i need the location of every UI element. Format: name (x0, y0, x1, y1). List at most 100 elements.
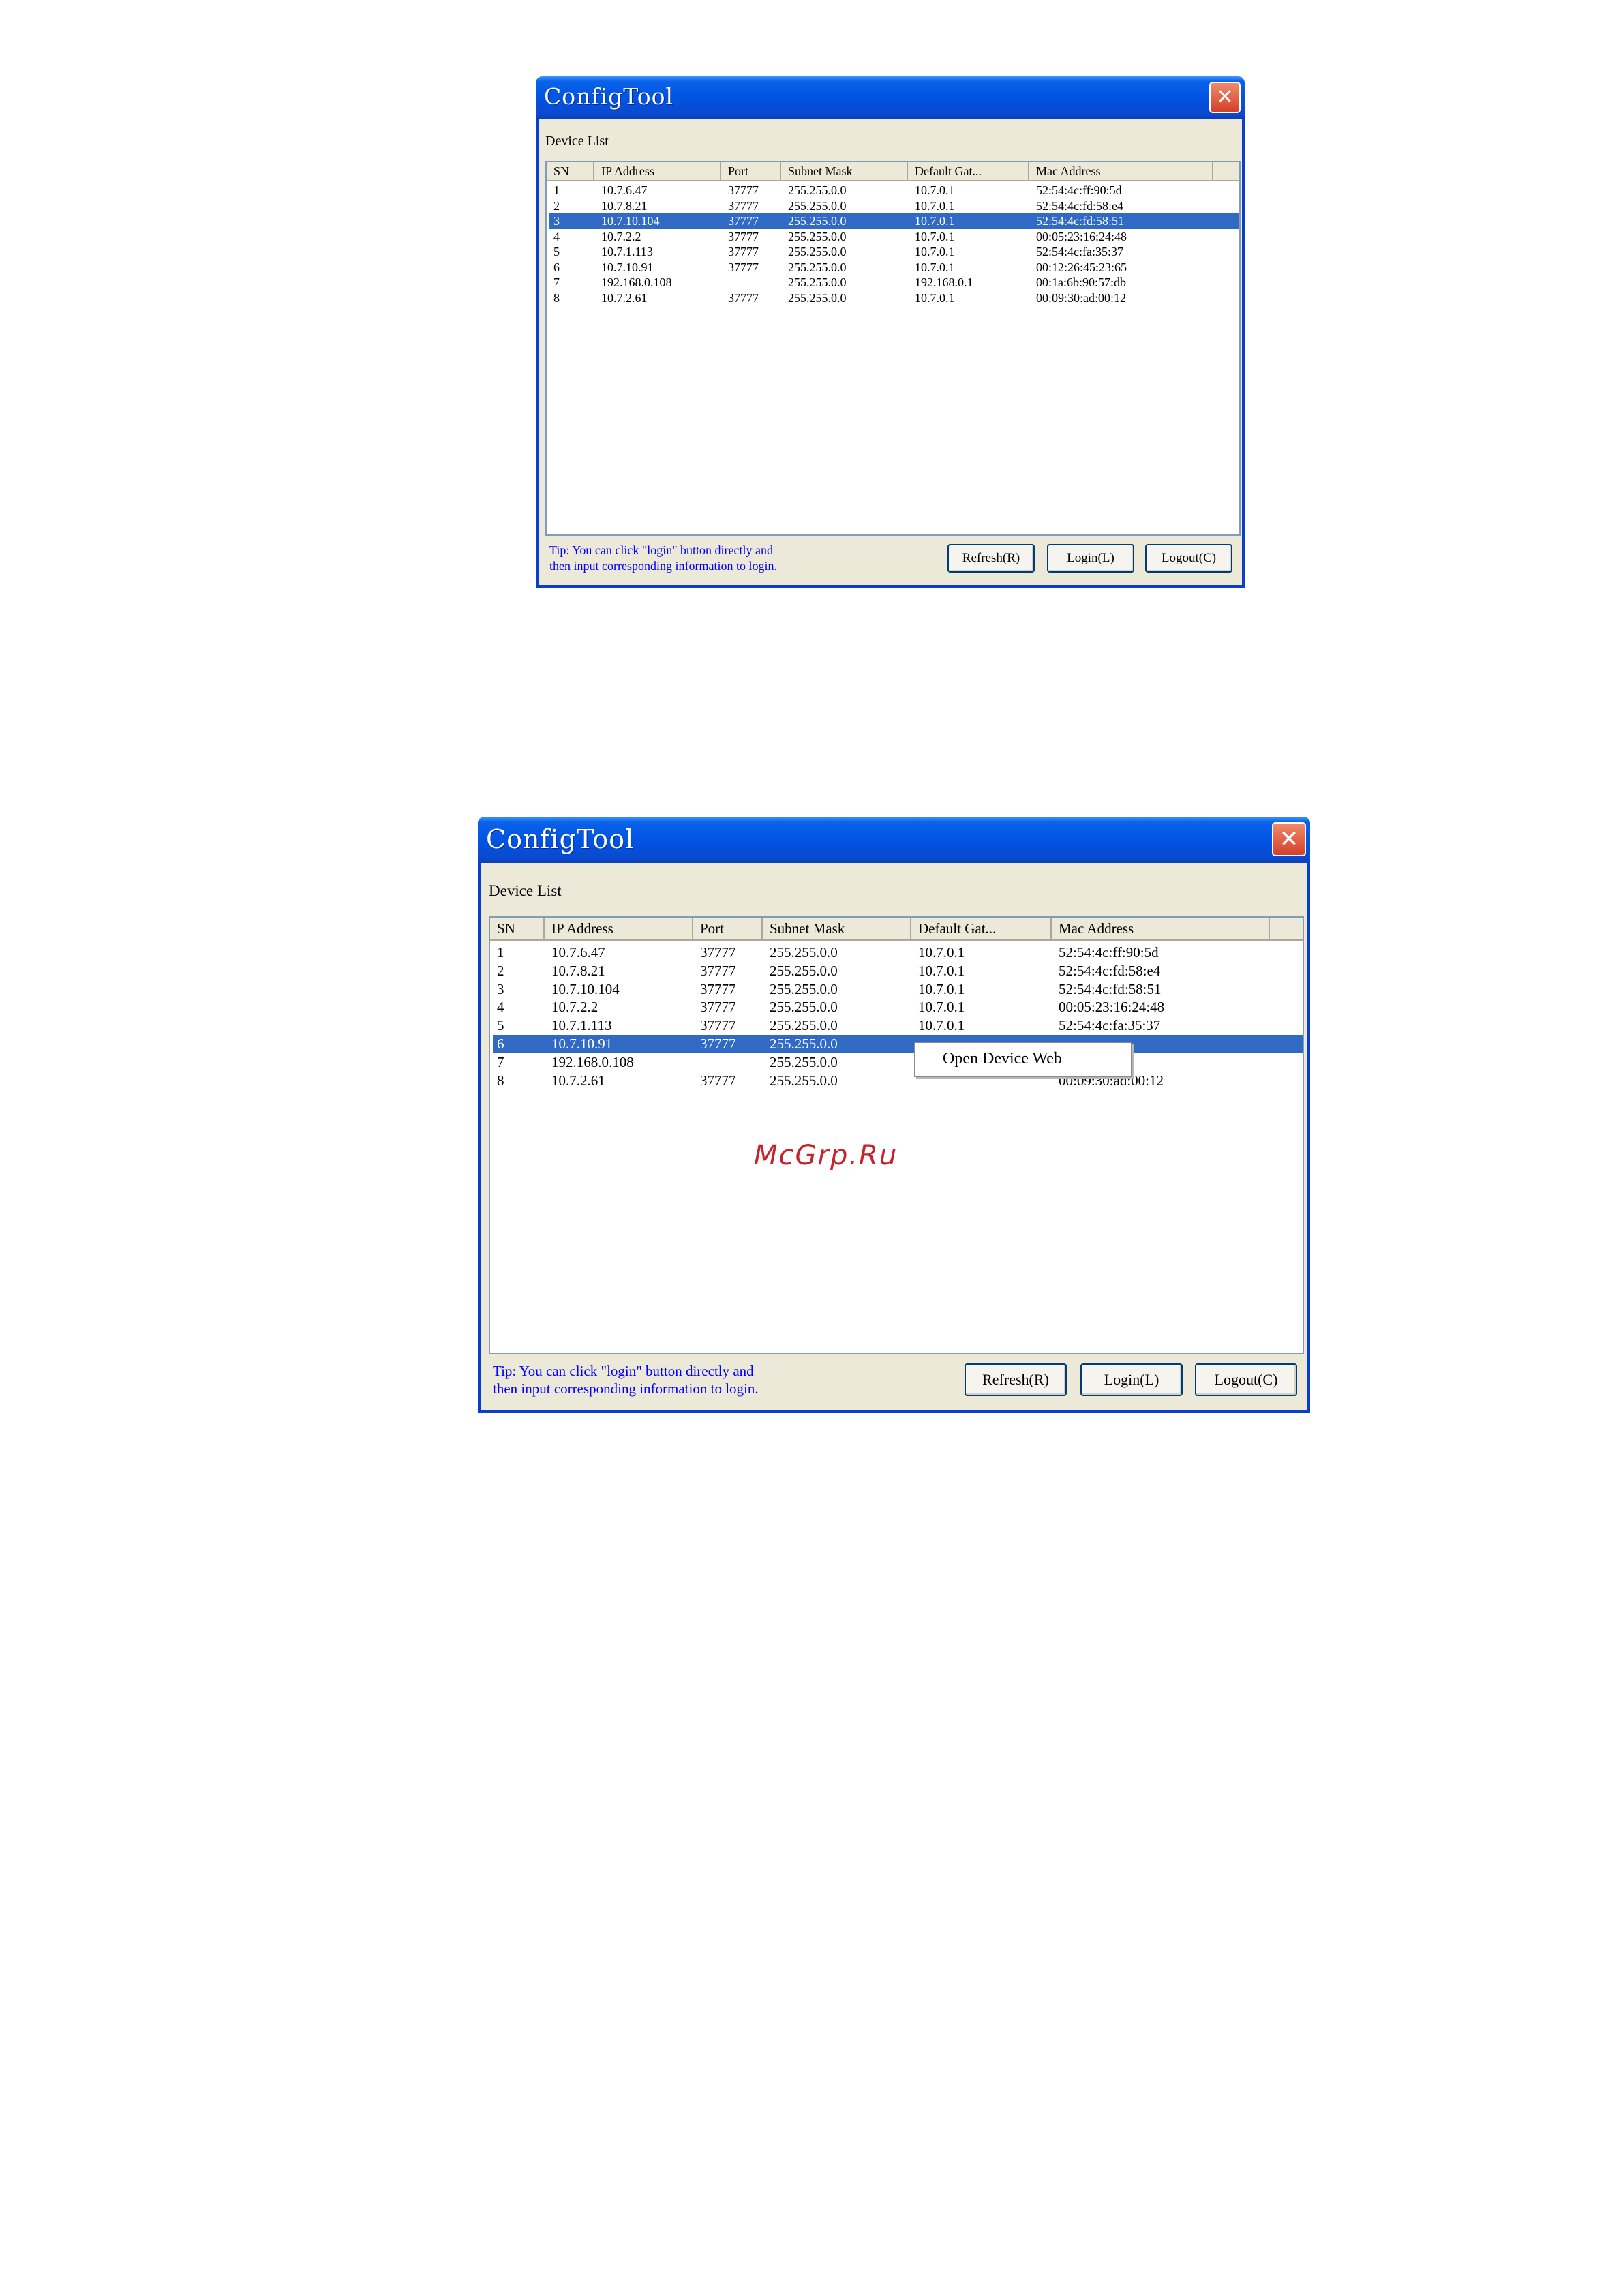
column-header-port[interactable]: Port (721, 162, 781, 180)
cell-mask: 255.255.0.0 (770, 1072, 838, 1089)
window-title: ConfigTool (544, 83, 674, 110)
cell-sn: 1 (497, 944, 504, 961)
table-row[interactable]: 7 192.168.0.108 255.255.0.0 192.168.0.1 00:1… (549, 275, 1239, 290)
refresh-button[interactable]: Refresh(R) (947, 544, 1035, 573)
close-icon[interactable]: ✕ (1209, 82, 1241, 113)
cell-sn: 4 (497, 999, 504, 1016)
cell-ip: 10.7.6.47 (601, 183, 648, 197)
cell-sn: 7 (497, 1053, 504, 1070)
cell-mask: 255.255.0.0 (788, 290, 847, 305)
cell-mac: 00:1a:6b:90:57:db (1036, 275, 1126, 289)
cell-sn: 1 (553, 183, 560, 197)
device-list-header: SN IP Address Port Subnet Mask Default Gat..… (547, 162, 1239, 181)
cell-ip: 10.7.10.91 (551, 1036, 613, 1052)
table-row[interactable]: 3 10.7.10.104 37777 255.255.0.0 10.7.0.1 52:5… (549, 213, 1239, 229)
device-list-header: SN IP Address Port Subnet Mask Default Gat..… (490, 918, 1303, 941)
cell-mask: 255.255.0.0 (770, 980, 838, 997)
refresh-button[interactable]: Refresh(R) (965, 1363, 1067, 1396)
cell-ip: 10.7.2.61 (551, 1072, 605, 1089)
cell-sn: 5 (553, 245, 560, 258)
column-header-port[interactable]: Port (693, 918, 763, 939)
close-icon[interactable]: ✕ (1272, 822, 1306, 856)
column-header-mask[interactable]: Subnet Mask (763, 918, 911, 939)
logout-button[interactable]: Logout(C) (1195, 1363, 1297, 1396)
cell-gw: 10.7.0.1 (918, 999, 965, 1016)
cell-mac: 52:54:4c:fd:58:e4 (1059, 962, 1161, 979)
table-row[interactable]: 7192.168.0.108255.255.0.0:90:57:db (493, 1053, 1303, 1072)
cell-ip: 10.7.10.104 (601, 214, 660, 228)
table-row[interactable]: 8 10.7.2.61 37777 255.255.0.0 10.7.0.1 00:09:… (549, 290, 1239, 306)
table-row[interactable]: 4 10.7.2.2 37777 255.255.0.0 10.7.0.1 00:05:2… (549, 229, 1239, 245)
cell-sn: 7 (553, 275, 560, 289)
device-list[interactable]: SN IP Address Port Subnet Mask Default Gat..… (489, 916, 1304, 1354)
cell-mask: 255.255.0.0 (770, 1036, 838, 1052)
configtool-window-2: ConfigTool ✕ Device List SN IP Address Por… (478, 817, 1310, 1413)
login-button[interactable]: Login(L) (1080, 1363, 1183, 1396)
cell-mac: 52:54:4c:fa:35:37 (1059, 1017, 1161, 1034)
cell-port: 37777 (728, 198, 759, 213)
cell-mask: 255.255.0.0 (770, 962, 838, 979)
table-row[interactable]: 2 10.7.8.21 37777 255.255.0.0 10.7.0.1 52:54:… (493, 962, 1303, 980)
cell-mac: 00:05:23:16:24:48 (1036, 229, 1127, 243)
table-row[interactable]: 2 10.7.8.21 37777 255.255.0.0 10.7.0.1 52:54:… (549, 198, 1239, 214)
column-header-mac[interactable]: Mac Address (1052, 918, 1270, 939)
cell-mask: 255.255.0.0 (770, 1017, 838, 1034)
cell-gw: 10.7.0.1 (915, 183, 955, 197)
table-row[interactable]: 6 10.7.10.91 37777 255.255.0.0 (493, 1035, 1303, 1053)
table-row[interactable]: 4 10.7.2.2 37777 255.255.0.0 10.7.0.1 00:05:2… (493, 998, 1303, 1016)
tip-line-2: then input corresponding information to … (549, 559, 777, 573)
configtool-window-1: ConfigTool ✕ Device List SN IP Address Por… (536, 76, 1245, 588)
table-row[interactable]: 5 10.7.1.113 37777 255.255.0.0 10.7.0.1 52:54… (493, 1016, 1303, 1035)
column-header-ip[interactable]: IP Address (594, 162, 721, 180)
cell-port: 37777 (728, 290, 759, 305)
cell-ip: 10.7.8.21 (551, 962, 605, 979)
cell-port: 37777 (700, 1072, 736, 1089)
cell-mask: 255.255.0.0 (770, 944, 838, 961)
column-header-gw[interactable]: Default Gat... (911, 918, 1052, 939)
cell-mask: 255.255.0.0 (770, 1053, 838, 1070)
table-row[interactable]: 1 10.7.6.47 37777 255.255.0.0 10.7.0.1 52:54:… (493, 943, 1303, 962)
cell-mask: 255.255.0.0 (788, 214, 847, 228)
login-button[interactable]: Login(L) (1047, 544, 1134, 573)
title-bar[interactable]: ConfigTool ✕ (478, 817, 1310, 863)
logout-button[interactable]: Logout(C) (1145, 544, 1232, 573)
table-row[interactable]: 1 10.7.6.47 37777 255.255.0.0 10.7.0.1 52:54:… (549, 183, 1239, 198)
cell-gw: 192.168.0.1 (915, 275, 973, 289)
column-header-sn[interactable]: SN (547, 162, 594, 180)
cell-port: 37777 (700, 944, 736, 961)
cell-port: 37777 (700, 1036, 736, 1052)
table-row[interactable]: 5 10.7.1.113 37777 255.255.0.0 10.7.0.1 52:54… (549, 244, 1239, 260)
cell-mac: 52:54:4c:ff:90:5d (1036, 183, 1122, 197)
table-row[interactable]: 8 10.7.2.61 37777 255.255.0.0 00:09:30:ad:00… (493, 1072, 1303, 1090)
cell-mac: 52:54:4c:fd:58:e4 (1036, 198, 1123, 213)
cell-mac: 52:54:4c:fd:58:51 (1036, 214, 1124, 228)
cell-port: 37777 (700, 999, 736, 1016)
cell-port: 37777 (700, 980, 736, 997)
cell-ip: 10.7.6.47 (551, 944, 605, 961)
cell-gw: 10.7.0.1 (918, 980, 965, 997)
cell-mac: 00:12:26:45:23:65 (1036, 260, 1127, 274)
open-device-web-menu-item[interactable]: Open Device Web (943, 1050, 1062, 1068)
title-bar[interactable]: ConfigTool ✕ (536, 76, 1245, 119)
cell-port: 37777 (728, 229, 759, 243)
column-header-mac[interactable]: Mac Address (1029, 162, 1213, 180)
column-header-mask[interactable]: Subnet Mask (781, 162, 908, 180)
cell-sn: 6 (553, 260, 560, 274)
cell-port: 37777 (728, 260, 759, 274)
context-menu: Open Device Web (914, 1042, 1132, 1077)
cell-gw: 10.7.0.1 (915, 260, 955, 274)
cell-mac: 52:54:4c:ff:90:5d (1059, 944, 1159, 961)
cell-gw: 10.7.0.1 (915, 229, 955, 243)
column-header-sn[interactable]: SN (490, 918, 545, 939)
cell-sn: 6 (497, 1036, 504, 1052)
column-header-gw[interactable]: Default Gat... (908, 162, 1029, 180)
cell-sn: 2 (497, 962, 504, 979)
tip-line-1: Tip: You can click "login" button direct… (549, 543, 774, 557)
device-list[interactable]: SN IP Address Port Subnet Mask Default Gat..… (545, 161, 1241, 536)
table-row[interactable]: 6 10.7.10.91 37777 255.255.0.0 10.7.0.1 00:12… (549, 260, 1239, 275)
cell-ip: 192.168.0.108 (601, 275, 672, 289)
column-header-ip[interactable]: IP Address (545, 918, 693, 939)
cell-port: 37777 (700, 962, 736, 979)
cell-port: 37777 (728, 183, 759, 197)
table-row[interactable]: 3 10.7.10.104 37777 255.255.0.0 10.7.0.1 52:5… (493, 980, 1303, 999)
